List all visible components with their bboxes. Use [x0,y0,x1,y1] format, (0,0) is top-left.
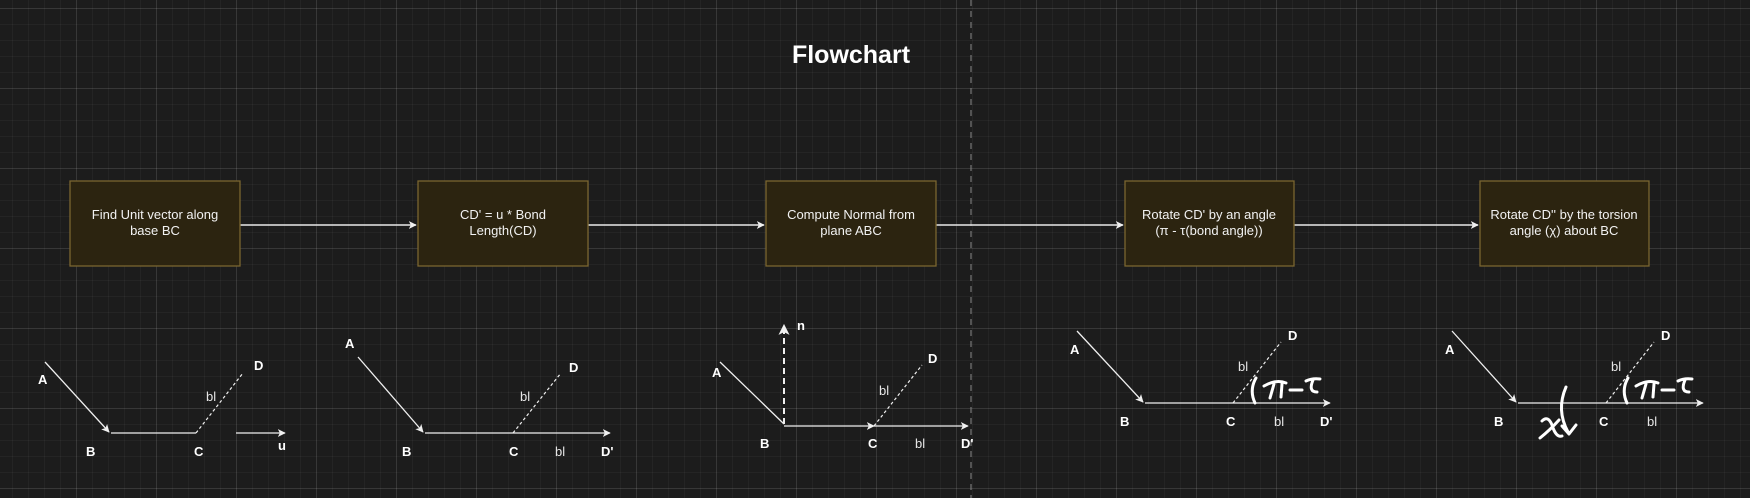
label-bl-2: bl [1274,414,1284,429]
label-bl: bl [879,383,889,398]
label-d: D [1661,328,1670,343]
label-a: A [712,365,722,380]
pi-minus-tau-mark [1634,377,1694,400]
label-c: C [509,444,519,459]
label-b: B [1494,414,1503,429]
vector-ab [719,361,785,425]
label-a: A [1445,342,1455,357]
label-a: A [345,336,355,351]
label-c: C [1599,414,1609,429]
label-bl-2: bl [1647,414,1657,429]
step-box-3[interactable]: Compute Normal from plane ABC [765,180,937,267]
label-b: B [402,444,411,459]
label-b: B [1120,414,1129,429]
label-bl: bl [1238,359,1248,374]
step-1-text-line1: Find Unit vector along [92,207,218,222]
label-b: B [760,436,769,451]
step-4-text-line2: (π - τ(bond angle)) [1155,223,1262,238]
label-b: B [86,444,95,459]
pi-minus-tau-mark [1262,377,1322,400]
label-bl-2: bl [555,444,565,459]
label-bl: bl [206,389,216,404]
label-a: A [1070,342,1080,357]
step-2-text-line2: Length(CD) [469,223,536,238]
step-box-5[interactable]: Rotate CD'' by the torsion angle (χ) abo… [1479,180,1650,267]
vector-ab [44,361,110,433]
label-d: D [928,351,937,366]
label-d-prime: D' [961,436,973,451]
label-c: C [868,436,878,451]
step-box-2[interactable]: CD' = u * Bond Length(CD) [417,180,589,267]
diagram-3-normal: A B C D bl bl D' n [712,318,973,451]
label-c: C [1226,414,1236,429]
step-2-text-line1: CD' = u * Bond [460,207,546,222]
label-c: C [194,444,204,459]
label-d: D [254,358,263,373]
angle-arc [1622,376,1630,405]
label-d: D [1288,328,1297,343]
diagram-1-unit-vector: A B C D bl u [38,358,286,459]
step-3-text-line2: plane ABC [820,223,881,238]
torsion-rotation-arrow [1560,385,1578,436]
label-d-prime: D' [601,444,613,459]
step-4-text-line1: Rotate CD' by an angle [1142,207,1276,222]
diagram-2-cd-prime: A B C D bl bl D' [345,336,613,459]
angle-arc [1250,376,1258,405]
step-1-text-line2: base BC [130,223,180,238]
diagram-4-rotate-bond-angle: A B C D bl bl D' [1070,328,1332,429]
label-bl: bl [520,389,530,404]
bond-cd [195,372,244,434]
step-3-text-line1: Compute Normal from [787,207,915,222]
vector-ab [1076,330,1144,403]
step-box-4[interactable]: Rotate CD' by an angle (π - τ(bond angle… [1124,180,1295,267]
page-title: Flowchart [792,41,911,69]
chi-mark [1538,417,1564,440]
vector-ab [1451,330,1517,403]
label-d: D [569,360,578,375]
label-bl: bl [1611,359,1621,374]
label-d-prime: D' [1320,414,1332,429]
label-a: A [38,372,48,387]
flowchart-canvas: Flowchart Find Unit vector along base BC… [38,0,1704,498]
label-n: n [797,318,805,333]
step-5-text-line2: angle (χ) about BC [1510,223,1619,238]
label-u: u [278,438,286,453]
label-bl-2: bl [915,436,925,451]
diagram-5-torsion: A B C D bl bl [1445,328,1704,440]
step-5-text-line1: Rotate CD'' by the torsion [1490,207,1637,222]
vector-ab [357,356,424,433]
step-box-1[interactable]: Find Unit vector along base BC [69,180,241,267]
